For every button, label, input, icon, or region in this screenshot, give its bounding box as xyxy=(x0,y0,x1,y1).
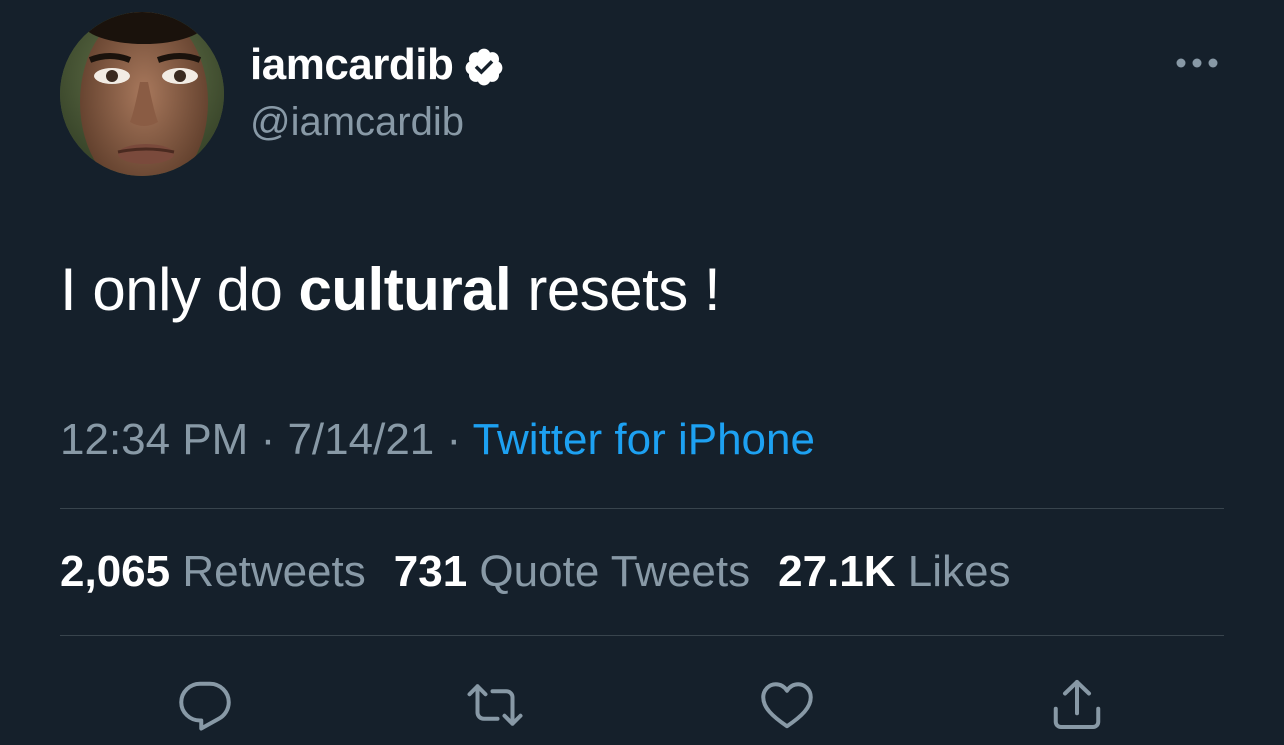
likes-count: 27.1K xyxy=(778,547,896,596)
author-display-name[interactable]: iamcardib xyxy=(250,40,454,90)
share-button[interactable] xyxy=(1047,675,1107,735)
likes-label: Likes xyxy=(907,547,1011,596)
quotes-count: 731 xyxy=(393,547,468,596)
author-name-row: iamcardib xyxy=(250,38,505,92)
heart-icon xyxy=(761,682,813,729)
avatar[interactable] xyxy=(60,12,224,176)
author-handle[interactable]: @iamcardib xyxy=(250,100,464,145)
tweet-date[interactable]: 7/14/21 xyxy=(287,415,434,464)
tweet-detail: iamcardib @iamcardib I only do cultural … xyxy=(0,0,1284,745)
tweet-text-part: I only do xyxy=(60,256,299,323)
divider xyxy=(60,635,1224,636)
tweet-source-link[interactable]: Twitter for iPhone xyxy=(473,415,815,464)
retweets-label: Retweets xyxy=(182,547,366,596)
retweet-icon xyxy=(467,684,523,726)
tweet-time[interactable]: 12:34 PM xyxy=(60,415,248,464)
retweet-button[interactable] xyxy=(465,675,525,735)
verified-badge-icon xyxy=(465,48,503,86)
likes-stat[interactable]: 27.1K Likes xyxy=(778,544,1010,600)
tweet-meta: 12:34 PM · 7/14/21 · Twitter for iPhone xyxy=(60,412,815,468)
tweet-text: I only do cultural resets ! xyxy=(60,250,721,330)
share-icon xyxy=(1053,680,1101,729)
like-button[interactable] xyxy=(757,675,817,735)
meta-separator: · xyxy=(434,415,473,464)
quotes-label: Quote Tweets xyxy=(479,547,751,596)
meta-separator: · xyxy=(248,415,288,464)
tweet-text-bold: cultural xyxy=(298,256,512,323)
retweets-stat[interactable]: 2,065 Retweets xyxy=(60,544,366,600)
more-options-icon[interactable] xyxy=(1172,48,1222,78)
reply-icon xyxy=(179,681,231,731)
retweets-count: 2,065 xyxy=(60,547,171,596)
tweet-stats: 2,065 Retweets 731 Quote Tweets 27.1K Li… xyxy=(60,544,1010,600)
reply-button[interactable] xyxy=(175,675,235,735)
quote-tweets-stat[interactable]: 731 Quote Tweets xyxy=(394,544,750,600)
avatar-image xyxy=(60,12,224,176)
divider xyxy=(60,508,1224,509)
tweet-text-part: resets ! xyxy=(511,256,721,323)
